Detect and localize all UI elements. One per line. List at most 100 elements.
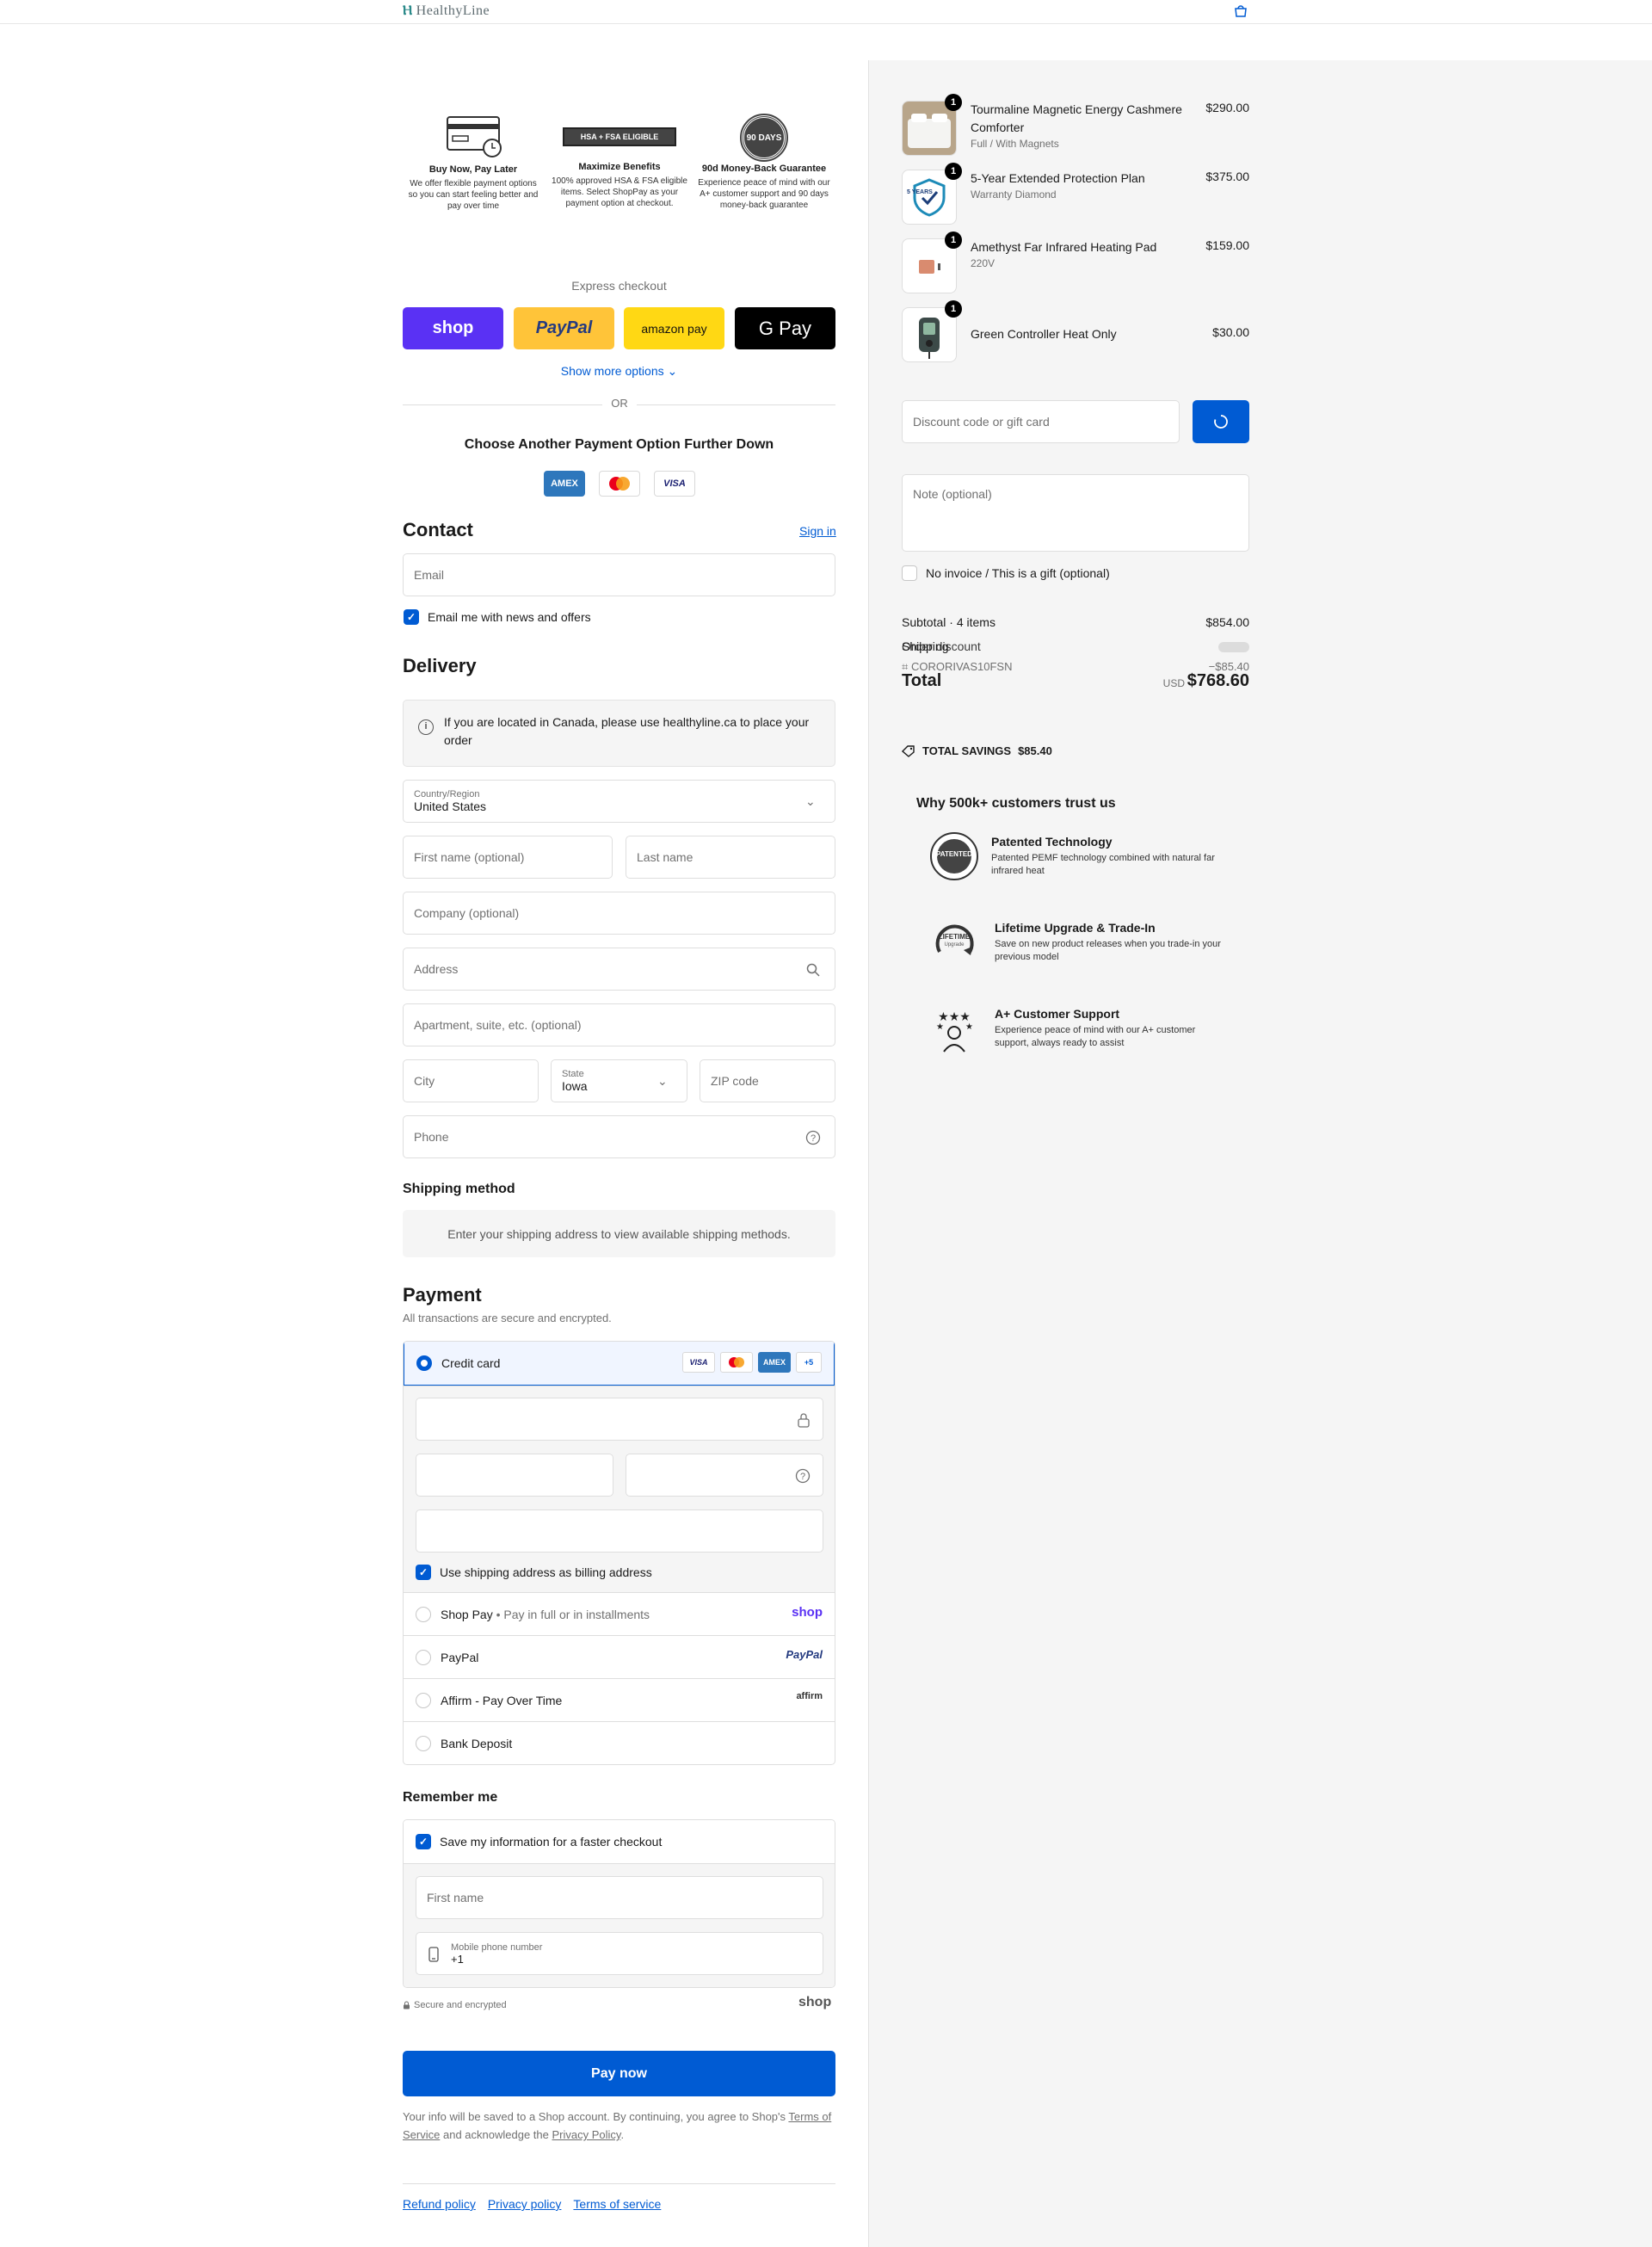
name-on-card-field[interactable] xyxy=(416,1509,823,1553)
amex-badge-text: AMEX xyxy=(762,1358,786,1367)
paypal-button[interactable]: PayPal xyxy=(514,307,614,349)
privacy-policy-link[interactable]: Privacy policy xyxy=(488,2197,562,2211)
state-select[interactable]: State Iowa ⌄ xyxy=(551,1059,687,1102)
shop-pay-option[interactable]: Shop Pay • Pay in full or in installment… xyxy=(404,1592,835,1635)
save-info-row[interactable]: ✓ Save my information for a faster check… xyxy=(404,1820,835,1863)
affirm-radio[interactable] xyxy=(416,1693,431,1708)
footer-divider xyxy=(403,2183,835,2184)
address-placeholder: Address xyxy=(414,962,459,976)
credit-card-radio[interactable] xyxy=(416,1355,432,1371)
billing-address-checkbox[interactable]: ✓ xyxy=(416,1565,431,1580)
state-label: State xyxy=(562,1069,584,1079)
apartment-field[interactable]: Apartment, suite, etc. (optional) xyxy=(403,1003,835,1046)
legal-text-part2: and acknowledge the xyxy=(442,2128,549,2141)
lock-icon xyxy=(798,1413,810,1428)
trust-item-support: ★★★ ★ ★ A+ Customer Support Experience p… xyxy=(929,1003,1230,1055)
visa-badge-text: VISA xyxy=(689,1358,708,1367)
security-code-field[interactable]: ? xyxy=(626,1454,823,1497)
gift-checkbox-row[interactable]: No invoice / This is a gift (optional) xyxy=(902,565,1110,581)
paypal-radio[interactable] xyxy=(416,1650,431,1665)
patented-seal-text: PATENTED xyxy=(936,850,972,858)
delivery-heading: Delivery xyxy=(403,655,477,676)
discount-placeholder: Discount code or gift card xyxy=(913,415,1050,429)
benefit-text: Experience peace of mind with our A+ cus… xyxy=(698,178,830,210)
terms-of-service-link[interactable]: Terms of service xyxy=(573,2197,661,2211)
show-more-options-link[interactable]: Show more options ⌄ xyxy=(403,364,835,379)
card-number-field[interactable] xyxy=(416,1398,823,1441)
first-name-placeholder: First name (optional) xyxy=(414,850,525,864)
mastercard-icon xyxy=(609,477,630,491)
shop-logo: shop xyxy=(798,1995,832,2009)
mobile-phone-field[interactable]: Mobile phone number +1 xyxy=(416,1932,823,1975)
shop-pay-radio[interactable] xyxy=(416,1607,431,1622)
heating-pad-image xyxy=(919,260,940,274)
newsletter-checkbox-row[interactable]: ✓ Email me with news and offers xyxy=(404,609,591,625)
first-name-field[interactable]: First name (optional) xyxy=(403,836,613,879)
amazon-pay-button[interactable]: amazon pay xyxy=(624,307,724,349)
amex-logo-text: AMEX xyxy=(551,478,578,489)
company-field[interactable]: Company (optional) xyxy=(403,892,835,935)
shopping-bag-icon[interactable] xyxy=(1232,3,1249,17)
pay-now-label: Pay now xyxy=(591,2065,647,2081)
zip-field[interactable]: ZIP code xyxy=(700,1059,835,1102)
svg-text:?: ? xyxy=(811,1133,816,1144)
discount-code-field[interactable]: Discount code or gift card xyxy=(902,400,1180,443)
city-placeholder: City xyxy=(414,1074,435,1088)
credit-card-option[interactable]: Credit card VISA AMEX +5 xyxy=(404,1342,835,1386)
product-name: Tourmaline Magnetic Energy Cashmere Comf… xyxy=(971,102,1182,134)
secure-encrypted-note: Secure and encrypted xyxy=(403,2000,507,2010)
controller-image xyxy=(919,318,940,359)
cart-item: 1 Amethyst Far Infrared Heating Pad 220V… xyxy=(902,231,1249,293)
top-bar: Ⲏ HealthyLine xyxy=(0,0,1652,24)
remember-me-heading: Remember me xyxy=(403,1790,498,1805)
apply-discount-button[interactable] xyxy=(1193,400,1249,443)
shop-pay-button[interactable]: shop xyxy=(403,307,503,349)
email-field[interactable]: Email xyxy=(403,553,835,596)
billing-address-checkbox-row[interactable]: ✓ Use shipping address as billing addres… xyxy=(416,1565,652,1580)
order-discount-label: Order discount xyxy=(902,639,981,653)
brand-logo[interactable]: Ⲏ HealthyLine xyxy=(403,3,490,19)
paypal-option[interactable]: PayPal PayPal xyxy=(404,1635,835,1678)
choose-payment-heading: Choose Another Payment Option Further Do… xyxy=(464,437,774,452)
address-field[interactable]: Address xyxy=(403,948,835,991)
apartment-placeholder: Apartment, suite, etc. (optional) xyxy=(414,1018,582,1032)
subtotal-label: Subtotal · 4 items xyxy=(902,615,996,629)
help-icon[interactable]: ? xyxy=(805,1130,821,1145)
product-variant: 220V xyxy=(971,257,996,269)
guarantee-seal-text: 90 DAYS xyxy=(746,133,782,143)
visa-badge: VISA xyxy=(682,1352,715,1373)
refund-policy-link[interactable]: Refund policy xyxy=(403,2197,476,2211)
newsletter-checkbox[interactable]: ✓ xyxy=(404,609,419,625)
bank-deposit-radio[interactable] xyxy=(416,1736,431,1751)
note-field[interactable]: Note (optional) xyxy=(902,474,1249,552)
country-select[interactable]: Country/Region United States ⌄ xyxy=(403,780,835,823)
quantity-badge: 1 xyxy=(945,300,962,318)
shop-pay-extra: • Pay in full or in installments xyxy=(496,1607,650,1621)
remember-first-name-field[interactable]: First name xyxy=(416,1876,823,1919)
save-info-checkbox[interactable]: ✓ xyxy=(416,1834,431,1849)
total-savings: TOTAL SAVINGS $85.40 xyxy=(902,744,1052,757)
pay-now-button[interactable]: Pay now xyxy=(403,2051,835,2096)
shop-privacy-link[interactable]: Privacy Policy xyxy=(552,2128,620,2141)
google-pay-button[interactable]: G Pay xyxy=(735,307,835,349)
sign-in-link[interactable]: Sign in xyxy=(799,524,836,538)
trust-item-text: Save on new product releases when you tr… xyxy=(995,939,1221,962)
benefit-hsa-fsa: HSA + FSA ELIGIBLE Maximize Benefits 100… xyxy=(551,115,688,209)
zip-placeholder: ZIP code xyxy=(711,1074,759,1088)
affirm-option[interactable]: Affirm - Pay Over Time affirm xyxy=(404,1678,835,1721)
total-savings-value: $85.40 xyxy=(1018,744,1052,757)
trust-item-lifetime: LIFETIME Upgrade Lifetime Upgrade & Trad… xyxy=(929,917,1230,969)
product-price: $375.00 xyxy=(1205,170,1249,183)
last-name-field[interactable]: Last name xyxy=(626,836,835,879)
remember-first-name-placeholder: First name xyxy=(427,1891,484,1904)
shipping-method-heading: Shipping method xyxy=(403,1182,515,1196)
gift-checkbox[interactable] xyxy=(902,565,917,581)
benefit-guarantee: 90 DAYS 90d Money-Back Guarantee Experie… xyxy=(695,114,833,211)
expiration-date-field[interactable] xyxy=(416,1454,613,1497)
help-icon[interactable]: ? xyxy=(795,1468,811,1484)
bank-deposit-option[interactable]: Bank Deposit xyxy=(404,1721,835,1764)
footer-links: Refund policy Privacy policy Terms of se… xyxy=(403,2197,661,2211)
city-field[interactable]: City xyxy=(403,1059,539,1102)
phone-field[interactable]: Phone ? xyxy=(403,1115,835,1158)
gift-label: No invoice / This is a gift (optional) xyxy=(926,566,1110,580)
